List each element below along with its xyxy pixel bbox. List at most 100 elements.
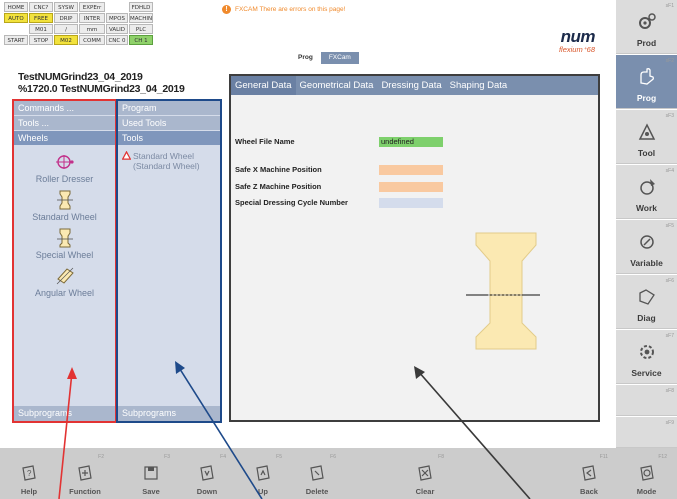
nav-service-label: Service — [631, 368, 662, 378]
delete-button[interactable]: F6 Delete — [290, 448, 344, 499]
safe-x-row: Safe X Machine Position — [235, 165, 322, 174]
status-cell — [106, 2, 128, 12]
status-cell: COMM — [79, 35, 105, 45]
variable-icon — [639, 235, 654, 249]
up-icon — [256, 465, 270, 481]
nav-service-button[interactable]: sF7 Service — [616, 330, 677, 384]
tools-list-header[interactable]: Tools — [118, 131, 220, 146]
angular-wheel-label: Angular Wheel — [34, 288, 95, 298]
help-label: Help — [20, 487, 38, 496]
status-cell: MPOS — [106, 13, 128, 23]
service-icon — [639, 345, 654, 359]
nav-fkey-variable: sF5 — [665, 223, 674, 229]
logo-sub-text: flexium⁺68 — [558, 45, 595, 54]
save-icon — [144, 466, 158, 480]
save-label: Save — [142, 487, 160, 496]
status-cell: START — [4, 35, 28, 45]
tab-geometrical-data[interactable]: Geometrical Data — [296, 76, 378, 95]
nav-fkey-service: sF7 — [665, 333, 674, 339]
tab-fxcam[interactable]: FXCam — [320, 52, 359, 64]
status-cell: VALID — [106, 24, 128, 34]
program-header[interactable]: Program — [118, 101, 220, 116]
function-fkey: F2 — [98, 454, 104, 460]
program-tree: Program Used Tools Tools Standard Wheel … — [118, 101, 220, 421]
safe-x-field[interactable] — [379, 165, 443, 175]
wheel-preview — [466, 232, 540, 350]
work-icon — [639, 179, 655, 195]
back-button[interactable]: F11 Back — [562, 448, 616, 499]
function-icon — [78, 465, 92, 481]
tab-dressing-data[interactable]: Dressing Data — [377, 76, 445, 95]
empty-f9-button[interactable] — [454, 448, 508, 499]
nav-variable-label: Variable — [630, 258, 663, 268]
save-button[interactable]: F3 Save — [124, 448, 178, 499]
svg-text:?: ? — [27, 469, 32, 478]
delete-label: Delete — [305, 487, 329, 496]
nav-empty-button-9[interactable]: sF9 — [616, 417, 677, 448]
up-label: Up — [258, 487, 268, 496]
tab-general-data[interactable]: General Data — [231, 76, 296, 95]
angular-wheel-item[interactable]: Angular Wheel — [14, 266, 115, 298]
program-title: TestNUMGrind23_04_2019 %1720.0 TestNUMGr… — [18, 71, 224, 95]
help-icon: ? — [22, 465, 36, 481]
diag-icon — [638, 289, 655, 305]
nav-fkey-9: sF9 — [665, 420, 674, 426]
function-button[interactable]: F2 Function — [58, 448, 112, 499]
used-tools-header[interactable]: Used Tools — [118, 116, 220, 131]
down-fkey: F4 — [220, 454, 226, 460]
nav-tool-button[interactable]: sF3 Tool — [616, 110, 677, 164]
nav-fkey-diag: sF6 — [665, 278, 674, 284]
subprograms-footer-2[interactable]: Subprograms — [118, 406, 220, 421]
safe-z-field[interactable] — [379, 182, 443, 192]
error-warning: ! FXCAM There are errors on this page! — [222, 5, 345, 14]
status-cell: CH 1 — [129, 35, 153, 45]
wheels-header[interactable]: Wheels — [14, 131, 115, 146]
nav-empty-button-8[interactable]: sF8 — [616, 385, 677, 416]
program-name: TestNUMGrind23_04_2019 — [18, 71, 143, 83]
clear-button[interactable]: F8 Clear — [398, 448, 452, 499]
back-icon — [582, 465, 596, 481]
subprograms-footer[interactable]: Subprograms — [14, 406, 115, 421]
gears-icon — [638, 13, 656, 29]
wheel-file-name-field[interactable]: undefined — [379, 137, 443, 147]
empty-f7-button[interactable] — [346, 448, 396, 499]
save-fkey: F3 — [164, 454, 170, 460]
status-cell: AUTO — [4, 13, 28, 23]
tab-shaping-data[interactable]: Shaping Data — [446, 76, 512, 95]
nav-work-button[interactable]: sF4 Work — [616, 165, 677, 219]
status-cell: INTER — [79, 13, 105, 23]
delete-fkey: F6 — [330, 454, 336, 460]
special-wheel-icon — [56, 228, 73, 248]
nav-prog-label: Prog — [636, 93, 657, 103]
commands-header[interactable]: Commands ... — [14, 101, 115, 116]
status-cell: M02 — [54, 35, 78, 45]
clear-icon — [418, 465, 432, 481]
delete-icon — [310, 465, 324, 481]
down-button[interactable]: F4 Down — [180, 448, 234, 499]
special-wheel-item[interactable]: Special Wheel — [14, 228, 115, 260]
mode-icon — [639, 465, 654, 481]
nav-tool-label: Tool — [637, 148, 656, 158]
status-cell: PLC — [129, 24, 153, 34]
standard-wheel-item[interactable]: Standard Wheel — [14, 190, 115, 222]
tab-prog[interactable]: Prog — [290, 52, 321, 64]
nav-prod-button[interactable]: sF1 Prod — [616, 0, 677, 54]
wheels-palette: Commands ... Tools ... Wheels Roller Dre… — [14, 101, 115, 421]
clear-label: Clear — [415, 487, 435, 496]
up-button[interactable]: F5 Up — [236, 448, 290, 499]
empty-f10-button[interactable] — [510, 448, 560, 499]
wheel-data-panel: General Data Geometrical Data Dressing D… — [229, 74, 600, 422]
nav-variable-button[interactable]: sF5 Variable — [616, 220, 677, 274]
special-cycle-field[interactable] — [379, 198, 443, 208]
roller-dresser-item[interactable]: Roller Dresser — [14, 152, 115, 184]
program-path: %1720.0 TestNUMGrind23_04_2019 — [18, 83, 185, 95]
tools-header[interactable]: Tools ... — [14, 116, 115, 131]
mode-button[interactable]: F12 Mode — [618, 448, 675, 499]
warning-icon: ! — [222, 5, 231, 14]
nav-diag-button[interactable]: sF6 Diag — [616, 275, 677, 329]
help-button[interactable]: ? Help — [2, 448, 56, 499]
standard-wheel-entry[interactable]: Standard Wheel (Standard Wheel) — [118, 146, 220, 171]
nav-work-label: Work — [635, 203, 658, 213]
nav-prog-button[interactable]: sF2 Prog — [616, 55, 677, 109]
warning-text: FXCAM There are errors on this page! — [235, 6, 346, 13]
